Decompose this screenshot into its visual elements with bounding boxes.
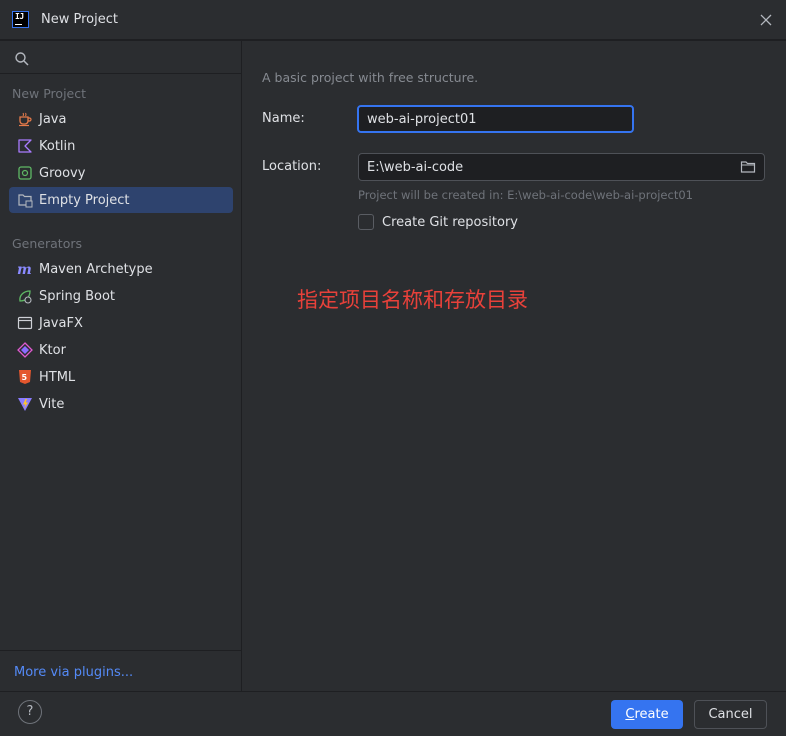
sidebar-item-label: Ktor xyxy=(39,343,66,358)
window-title: New Project xyxy=(41,12,118,27)
project-description: A basic project with free structure. xyxy=(262,70,479,85)
app-icon-text: IJ xyxy=(15,12,24,21)
sidebar-item-label: Vite xyxy=(39,397,65,412)
maven-icon: m xyxy=(17,262,32,277)
location-hint: Project will be created in: E:\web-ai-co… xyxy=(358,188,693,202)
sidebar-item-kotlin[interactable]: Kotlin xyxy=(9,133,233,159)
create-label: reate xyxy=(634,707,669,722)
kotlin-icon xyxy=(18,139,32,153)
close-button[interactable] xyxy=(754,8,778,32)
spring-boot-icon xyxy=(19,290,32,304)
sidebar: New Project Java Kotlin Groovy Empty Pro… xyxy=(0,41,242,691)
groovy-icon xyxy=(18,166,32,180)
sidebar-item-label: Maven Archetype xyxy=(39,262,153,277)
git-repository-checkbox[interactable] xyxy=(358,214,374,230)
sidebar-item-java[interactable]: Java xyxy=(9,106,233,132)
intellij-idea-icon: IJ xyxy=(12,11,29,28)
sidebar-item-label: Java xyxy=(39,112,67,127)
sidebar-item-groovy[interactable]: Groovy xyxy=(9,160,233,186)
git-repository-label[interactable]: Create Git repository xyxy=(382,215,518,230)
search-icon[interactable] xyxy=(14,51,30,67)
sidebar-item-label: HTML xyxy=(39,370,76,385)
ktor-icon xyxy=(17,342,33,358)
sidebar-item-label: Groovy xyxy=(39,166,86,181)
svg-text:m: m xyxy=(17,262,32,277)
close-icon xyxy=(760,14,772,26)
sidebar-item-maven-archetype[interactable]: m Maven Archetype xyxy=(9,256,233,282)
cancel-button[interactable]: Cancel xyxy=(694,700,767,729)
dialog-footer: ? Create Cancel xyxy=(0,691,786,736)
empty-project-icon xyxy=(18,194,33,208)
create-button[interactable]: Create xyxy=(611,700,683,729)
sidebar-item-label: JavaFX xyxy=(39,316,83,331)
help-button[interactable]: ? xyxy=(18,700,42,724)
location-input[interactable] xyxy=(358,153,765,181)
html5-icon: 5 xyxy=(19,370,31,384)
sidebar-item-empty-project[interactable]: Empty Project xyxy=(9,187,233,213)
name-label: Name: xyxy=(262,111,305,126)
name-input[interactable] xyxy=(357,105,634,133)
sidebar-item-html[interactable]: 5 HTML xyxy=(9,364,233,390)
sidebar-item-label: Kotlin xyxy=(39,139,76,154)
sidebar-item-spring-boot[interactable]: Spring Boot xyxy=(9,283,233,309)
help-icon: ? xyxy=(26,704,34,719)
svg-text:5: 5 xyxy=(22,373,28,382)
sidebar-item-javafx[interactable]: JavaFX xyxy=(9,310,233,336)
location-label: Location: xyxy=(262,159,322,174)
sidebar-item-label: Spring Boot xyxy=(39,289,116,304)
sidebar-item-label: Empty Project xyxy=(39,193,130,208)
section-label-new-project: New Project xyxy=(12,86,87,101)
section-label-generators: Generators xyxy=(12,236,82,251)
main-panel: A basic project with free structure. Nam… xyxy=(242,41,786,691)
vite-icon xyxy=(18,398,32,411)
more-plugins-link[interactable]: More via plugins... xyxy=(14,665,133,680)
folder-icon[interactable] xyxy=(740,159,756,175)
sidebar-item-ktor[interactable]: Ktor xyxy=(9,337,233,363)
title-bar: IJ New Project xyxy=(0,0,786,40)
annotation-text: 指定项目名称和存放目录 xyxy=(297,288,528,312)
javafx-icon xyxy=(17,316,33,330)
java-icon xyxy=(19,112,32,127)
sidebar-item-vite[interactable]: Vite xyxy=(9,391,233,417)
